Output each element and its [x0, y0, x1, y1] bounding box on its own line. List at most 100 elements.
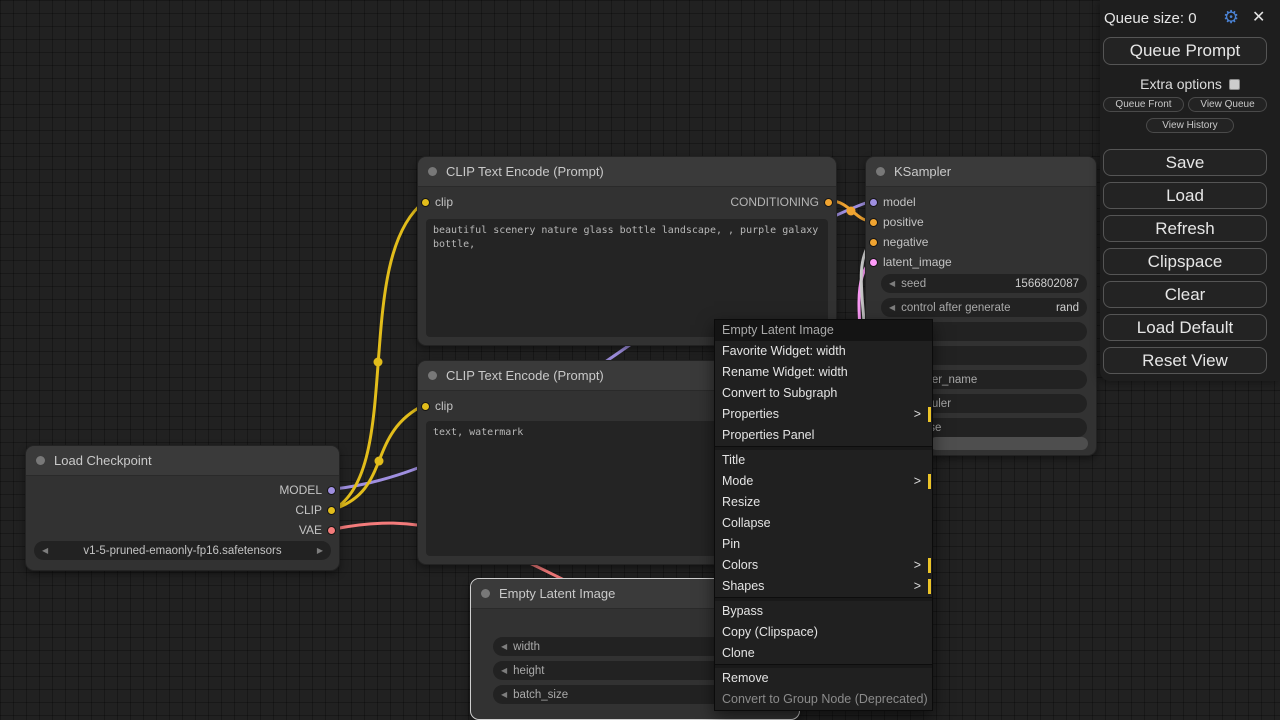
- menu-item-remove[interactable]: Remove: [715, 668, 932, 689]
- menu-item-mode[interactable]: Mode >: [715, 471, 932, 492]
- extra-options-checkbox[interactable]: [1229, 79, 1240, 90]
- submenu-arrow-icon: >: [914, 576, 921, 597]
- menu-item-colors[interactable]: Colors >: [715, 555, 932, 576]
- input-label-negative: negative: [883, 235, 928, 249]
- submenu-accent-bar: [928, 474, 931, 489]
- ckpt-name-value: v1-5-pruned-emaonly-fp16.safetensors: [54, 545, 311, 557]
- menu-item-properties[interactable]: Properties >: [715, 404, 932, 425]
- load-default-button[interactable]: Load Default: [1103, 314, 1267, 341]
- node-header[interactable]: KSampler: [866, 157, 1096, 187]
- node-collapse-dot-icon[interactable]: [481, 589, 490, 598]
- submenu-arrow-icon: >: [914, 555, 921, 576]
- menu-item-convert-to-subgraph[interactable]: Convert to Subgraph: [715, 383, 932, 404]
- input-label-model: model: [883, 195, 916, 209]
- menu-item-rename-widget[interactable]: Rename Widget: width: [715, 362, 932, 383]
- input-port-latent-image[interactable]: [869, 258, 878, 267]
- input-port-clip[interactable]: [421, 198, 430, 207]
- menu-item-bypass[interactable]: Bypass: [715, 601, 932, 622]
- node-clip-text-encode-positive[interactable]: CLIP Text Encode (Prompt) clip CONDITION…: [417, 156, 837, 346]
- seed-widget[interactable]: ◀ seed 1566802087: [881, 274, 1087, 293]
- output-port-clip[interactable]: [327, 506, 336, 515]
- widget-value: 1566802087: [1015, 278, 1079, 290]
- input-port-negative[interactable]: [869, 238, 878, 247]
- load-button[interactable]: Load: [1103, 182, 1267, 209]
- output-label-clip: CLIP: [295, 503, 322, 517]
- menu-item-collapse[interactable]: Collapse: [715, 513, 932, 534]
- node-title: CLIP Text Encode (Prompt): [446, 164, 604, 179]
- close-icon[interactable]: ✕: [1252, 8, 1265, 28]
- menu-item-shapes[interactable]: Shapes >: [715, 576, 932, 597]
- output-label-conditioning: CONDITIONING: [730, 195, 819, 209]
- node-header[interactable]: CLIP Text Encode (Prompt): [418, 157, 836, 187]
- node-collapse-dot-icon[interactable]: [428, 167, 437, 176]
- node-collapse-dot-icon[interactable]: [36, 456, 45, 465]
- clipspace-button[interactable]: Clipspace: [1103, 248, 1267, 275]
- node-load-checkpoint[interactable]: Load Checkpoint MODEL CLIP VAE ◀ v1-5-pr…: [25, 445, 340, 571]
- context-menu-title: Empty Latent Image: [715, 320, 932, 341]
- node-title: CLIP Text Encode (Prompt): [446, 368, 604, 383]
- clear-button[interactable]: Clear: [1103, 281, 1267, 308]
- menu-item-clone[interactable]: Clone: [715, 643, 932, 664]
- input-port-clip[interactable]: [421, 402, 430, 411]
- output-label-model: MODEL: [279, 483, 322, 497]
- node-collapse-dot-icon[interactable]: [876, 167, 885, 176]
- menu-item-properties-panel[interactable]: Properties Panel: [715, 425, 932, 446]
- widget-label: height: [513, 665, 544, 677]
- extra-options-label: Extra options: [1140, 76, 1222, 92]
- widget-label: width: [513, 641, 540, 653]
- menu-item-favorite-widget[interactable]: Favorite Widget: width: [715, 341, 932, 362]
- widget-row-highlight: [930, 437, 1088, 450]
- output-port-vae[interactable]: [327, 526, 336, 535]
- menu-item-pin[interactable]: Pin: [715, 534, 932, 555]
- stepper-left-icon[interactable]: ◀: [42, 546, 48, 555]
- submenu-arrow-icon: >: [914, 404, 921, 425]
- control-after-generate-widget[interactable]: ◀ control after generate rand: [881, 298, 1087, 317]
- link-dot-conditioning: [847, 207, 856, 216]
- ckpt-name-widget[interactable]: ◀ v1-5-pruned-emaonly-fp16.safetensors ▶: [34, 541, 331, 560]
- input-label-positive: positive: [883, 215, 924, 229]
- queue-prompt-button[interactable]: Queue Prompt: [1103, 37, 1267, 65]
- node-context-menu: Empty Latent Image Favorite Widget: widt…: [714, 319, 933, 711]
- stepper-left-icon[interactable]: ◀: [501, 690, 507, 699]
- node-title: Load Checkpoint: [54, 453, 152, 468]
- output-label-vae: VAE: [299, 523, 322, 537]
- stepper-left-icon[interactable]: ◀: [501, 642, 507, 651]
- stepper-left-icon[interactable]: ◀: [889, 279, 895, 288]
- link-dot-clip-negative: [375, 457, 384, 466]
- submenu-accent-bar: [928, 558, 931, 573]
- menu-item-title[interactable]: Title: [715, 450, 932, 471]
- node-title: Empty Latent Image: [499, 586, 615, 601]
- menu-item-label: Colors: [722, 558, 758, 572]
- node-canvas[interactable]: Load Checkpoint MODEL CLIP VAE ◀ v1-5-pr…: [0, 0, 1280, 720]
- menu-item-resize[interactable]: Resize: [715, 492, 932, 513]
- output-port-model[interactable]: [327, 486, 336, 495]
- widget-label: seed: [901, 278, 926, 290]
- widget-value: rand: [1056, 302, 1079, 314]
- menu-item-label: Properties: [722, 407, 779, 421]
- save-button[interactable]: Save: [1103, 149, 1267, 176]
- node-title: KSampler: [894, 164, 951, 179]
- settings-gear-icon[interactable]: ⚙: [1223, 7, 1239, 27]
- node-collapse-dot-icon[interactable]: [428, 371, 437, 380]
- menu-item-label: Mode: [722, 474, 753, 488]
- view-queue-button[interactable]: View Queue: [1188, 97, 1267, 112]
- widget-label: batch_size: [513, 689, 568, 701]
- input-label-clip: clip: [435, 195, 453, 209]
- stepper-left-icon[interactable]: ◀: [501, 666, 507, 675]
- queue-front-button[interactable]: Queue Front: [1103, 97, 1184, 112]
- input-port-model[interactable]: [869, 198, 878, 207]
- stepper-right-icon[interactable]: ▶: [317, 546, 323, 555]
- input-port-positive[interactable]: [869, 218, 878, 227]
- widget-label: control after generate: [901, 302, 1010, 314]
- menu-item-convert-to-group-node[interactable]: Convert to Group Node (Deprecated): [715, 689, 932, 710]
- stepper-left-icon[interactable]: ◀: [889, 303, 895, 312]
- output-port-conditioning[interactable]: [824, 198, 833, 207]
- link-dot-clip-positive: [374, 358, 383, 367]
- reset-view-button[interactable]: Reset View: [1103, 347, 1267, 374]
- queue-size-label: Queue size: 0: [1104, 10, 1197, 27]
- view-history-button[interactable]: View History: [1146, 118, 1234, 133]
- menu-item-copy-clipspace[interactable]: Copy (Clipspace): [715, 622, 932, 643]
- refresh-button[interactable]: Refresh: [1103, 215, 1267, 242]
- node-header[interactable]: Load Checkpoint: [26, 446, 339, 476]
- input-label-latent-image: latent_image: [883, 255, 952, 269]
